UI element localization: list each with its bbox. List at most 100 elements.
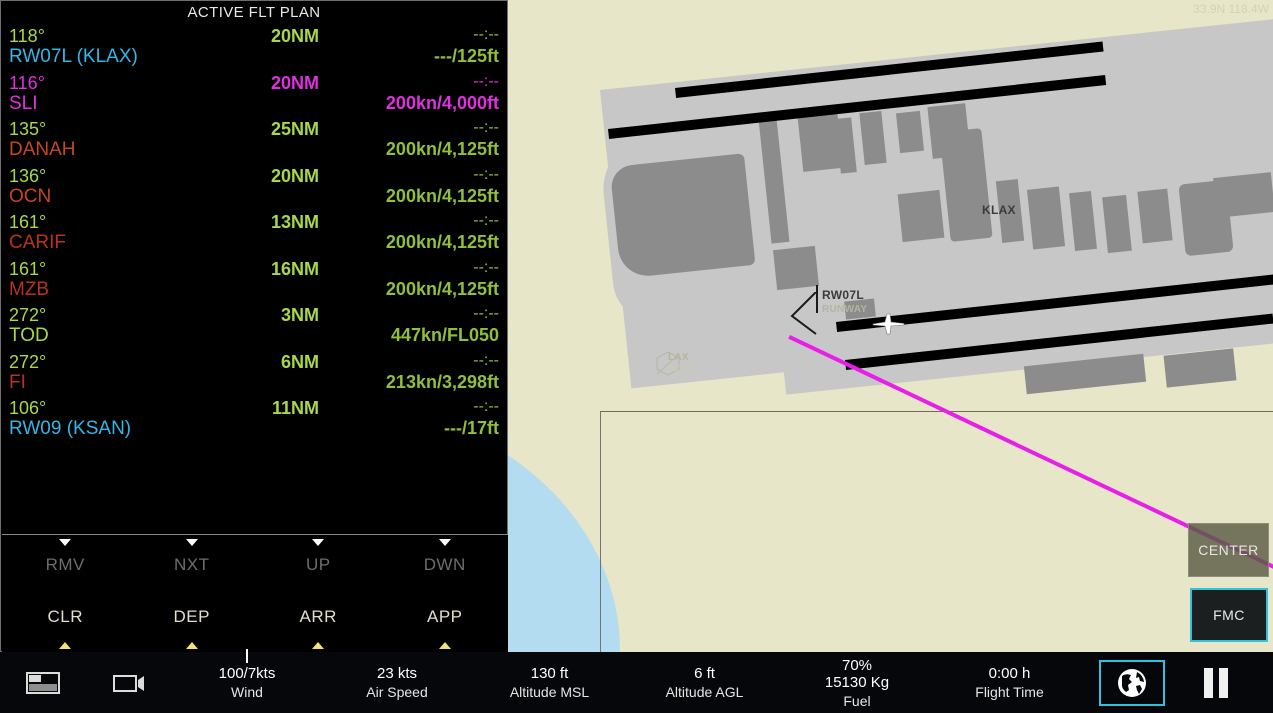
row-speed-alt: ---/125ft [433, 46, 499, 66]
keypad-button-label: CLR [47, 607, 83, 626]
row-distance: 16NM [270, 258, 319, 279]
row-waypoint: RW09 (KSAN) [9, 418, 132, 439]
flight-plan-list: 118° 20NM --:-- RW07L (KLAX) ---/125ft 116° 20… [1, 26, 507, 445]
wind-value: 100/7kts [218, 665, 276, 682]
fmc-keypad: RMV NXT UP DWN CLR DEP ARR APP [2, 534, 508, 652]
pause-icon[interactable] [1193, 660, 1239, 706]
air-speed-label: Air Speed [366, 684, 428, 700]
row-eta: --:-- [473, 72, 499, 90]
status-field-air-speed: 23 kts Air Speed [322, 665, 472, 700]
pause-bar-right [1219, 667, 1228, 698]
keypad-button-clr[interactable]: CLR [2, 597, 129, 649]
building [897, 189, 945, 243]
flight-plan-row[interactable]: 118° 20NM --:-- RW07L (KLAX) ---/125ft [9, 26, 499, 73]
keypad-arrow-icon [438, 642, 451, 649]
building [1163, 348, 1237, 388]
keypad-arrow-icon [59, 642, 72, 649]
row-distance: 25NM [270, 119, 319, 139]
flight-time-value: 0:00 h [988, 665, 1031, 682]
flight-plan-row[interactable]: 135° 25NM --:-- DANAH 200kn/4,125ft [9, 119, 499, 166]
fmc-button[interactable]: FMC [1190, 588, 1268, 642]
keypad-row-bottom: CLR DEP ARR APP [2, 597, 508, 649]
row-speed-alt: 200kn/4,125ft [385, 232, 499, 252]
map-label-runway-id: RW07L [822, 288, 864, 302]
keypad-row-top: RMV NXT UP DWN [2, 539, 508, 587]
flight-plan-row[interactable]: 161° 16NM --:-- MZB 200kn/4,125ft [9, 259, 499, 306]
row-waypoint: OCN [9, 185, 52, 207]
map-label-vor-freq: 113.60 [668, 363, 697, 373]
flight-time-label: Flight Time [975, 684, 1044, 700]
fmc-label: FMC [1213, 607, 1245, 623]
altitude-agl-value: 6 ft [694, 665, 715, 682]
row-distance: 11NM [271, 398, 319, 418]
aircraft-symbol [872, 313, 905, 335]
row-eta: --:-- [473, 398, 499, 415]
boundary-line-vertical [600, 411, 601, 652]
map-label-runway-sub: RUNWAY [822, 304, 868, 315]
keypad-button-dwn[interactable]: DWN [382, 539, 509, 587]
center-map-button[interactable]: CENTER [1188, 523, 1269, 577]
row-bearing: 272° [9, 305, 47, 325]
flight-plan-panel: ACTIVE FLT PLAN 118° 20NM --:-- RW07L (KLAX… [0, 0, 508, 652]
boundary-line-horizontal [600, 411, 1273, 412]
keypad-button-label: DEP [173, 607, 210, 626]
building [609, 153, 756, 279]
row-waypoint: CARIF [9, 232, 66, 253]
keypad-button-app[interactable]: APP [382, 597, 509, 649]
flight-plan-row[interactable]: 272° 3NM --:-- TOD 447kn/FL050 [9, 305, 499, 352]
row-distance: 3NM [280, 305, 319, 325]
building [1213, 172, 1273, 218]
status-field-altitude-msl: 130 ft Altitude MSL [472, 665, 627, 700]
row-bearing: 106° [9, 398, 47, 418]
globe-icon[interactable] [1099, 659, 1165, 706]
map-label-airport: KLAX [982, 203, 1016, 217]
row-eta: --:-- [473, 165, 499, 183]
keypad-arrow-icon [185, 642, 198, 649]
row-speed-alt: 447kn/FL050 [390, 325, 499, 345]
row-bearing: 135° [9, 119, 47, 139]
row-eta: --:-- [473, 258, 499, 276]
keypad-arrow-icon [312, 642, 325, 649]
keypad-button-dep[interactable]: DEP [129, 597, 256, 649]
row-waypoint: MZB [9, 278, 50, 300]
panel-layout-icon[interactable] [0, 671, 86, 694]
keypad-arrow-icon [59, 539, 72, 546]
camera-icon[interactable] [86, 672, 172, 694]
row-waypoint: RW07L (KLAX) [9, 46, 138, 67]
flight-plan-row[interactable]: 106° 11NM --:-- RW09 (KSAN) ---/17ft [9, 398, 499, 445]
row-bearing: 161° [9, 258, 47, 279]
flight-plan-row[interactable]: 116° 20NM --:-- SLI 200kn/4,000ft [9, 73, 499, 120]
row-eta: --:-- [473, 351, 499, 369]
flight-plan-row[interactable]: 136° 20NM --:-- OCN 200kn/4,125ft [9, 166, 499, 213]
status-field-flight-time: 0:00 h Flight Time [932, 665, 1087, 700]
map-label-vor: LAX [668, 352, 689, 363]
keypad-arrow-icon [438, 539, 451, 546]
keypad-button-rmv[interactable]: RMV [2, 539, 129, 587]
row-speed-alt: 200kn/4,000ft [385, 92, 499, 113]
row-speed-alt: 200kn/4,125ft [385, 139, 499, 159]
flight-plan-row[interactable]: 272° 6NM --:-- FI 213kn/3,298ft [9, 352, 499, 399]
status-field-wind: 100/7kts Wind [172, 649, 322, 700]
row-bearing: 272° [9, 351, 47, 372]
keypad-button-nxt[interactable]: NXT [129, 539, 256, 587]
row-waypoint: SLI [9, 92, 38, 114]
keypad-button-up[interactable]: UP [255, 539, 382, 587]
keypad-button-label: ARR [299, 607, 337, 626]
row-distance: 20NM [270, 72, 319, 93]
flight-sim-root: KLAX RW07L RUNWAY LAX 113.60 33.9N 118.4… [0, 0, 1273, 713]
keypad-button-arr[interactable]: ARR [255, 597, 382, 649]
map-coordinates: 33.9N 118.4W [1193, 2, 1269, 16]
row-speed-alt: 200kn/4,125ft [385, 278, 499, 299]
row-bearing: 118° [9, 26, 45, 46]
air-speed-value: 23 kts [376, 665, 418, 682]
fuel-mass-value: 15130 Kg [824, 673, 890, 691]
flight-plan-row[interactable]: 161° 13NM --:-- CARIF 200kn/4,125ft [9, 212, 499, 259]
row-bearing: 136° [9, 165, 47, 186]
row-distance: 20NM [270, 26, 319, 46]
row-eta: --:-- [473, 212, 499, 229]
row-speed-alt: ---/17ft [444, 418, 499, 438]
building [1026, 186, 1066, 250]
row-waypoint: DANAH [9, 139, 76, 160]
row-eta: --:-- [473, 26, 499, 43]
row-speed-alt: 213kn/3,298ft [385, 371, 499, 392]
